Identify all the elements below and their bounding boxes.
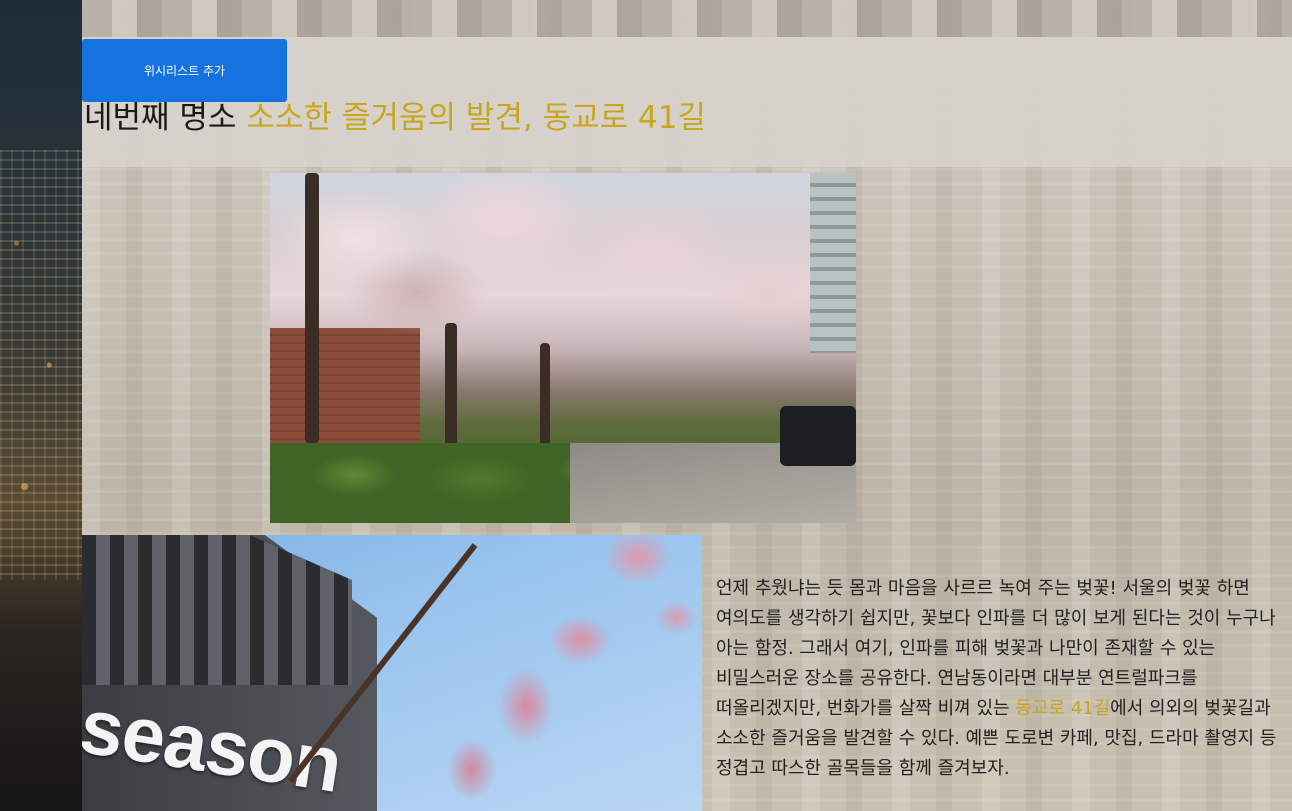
title-prefix: 네번째 명소 [84, 100, 237, 136]
top-background-band [82, 0, 1292, 37]
parked-car [780, 406, 856, 466]
pink-blossoms [382, 535, 702, 811]
tree-trunk [305, 173, 319, 443]
blossom-canopy [270, 173, 856, 390]
cherry-blossom-street-photo [270, 173, 856, 523]
tree-trunk [445, 323, 457, 453]
title-highlight: 소소한 즐거움의 발견, 동교로 41길 [246, 100, 706, 136]
season-building-photo: season [82, 535, 702, 811]
description-highlight: 동교로 41길 [1015, 698, 1111, 719]
place-description: 언제 추웠냐는 듯 몸과 마음을 사르르 녹여 주는 벚꽃! 서울의 벚꽃 하면… [716, 574, 1292, 784]
wishlist-add-button[interactable]: 위시리스트 추가 [82, 39, 287, 102]
page-title: 네번째 명소 소소한 즐거움의 발견, 동교로 41길 [84, 98, 706, 140]
building-fins [82, 535, 352, 685]
city-night-background-left [0, 0, 82, 811]
apartment-building [810, 173, 856, 353]
